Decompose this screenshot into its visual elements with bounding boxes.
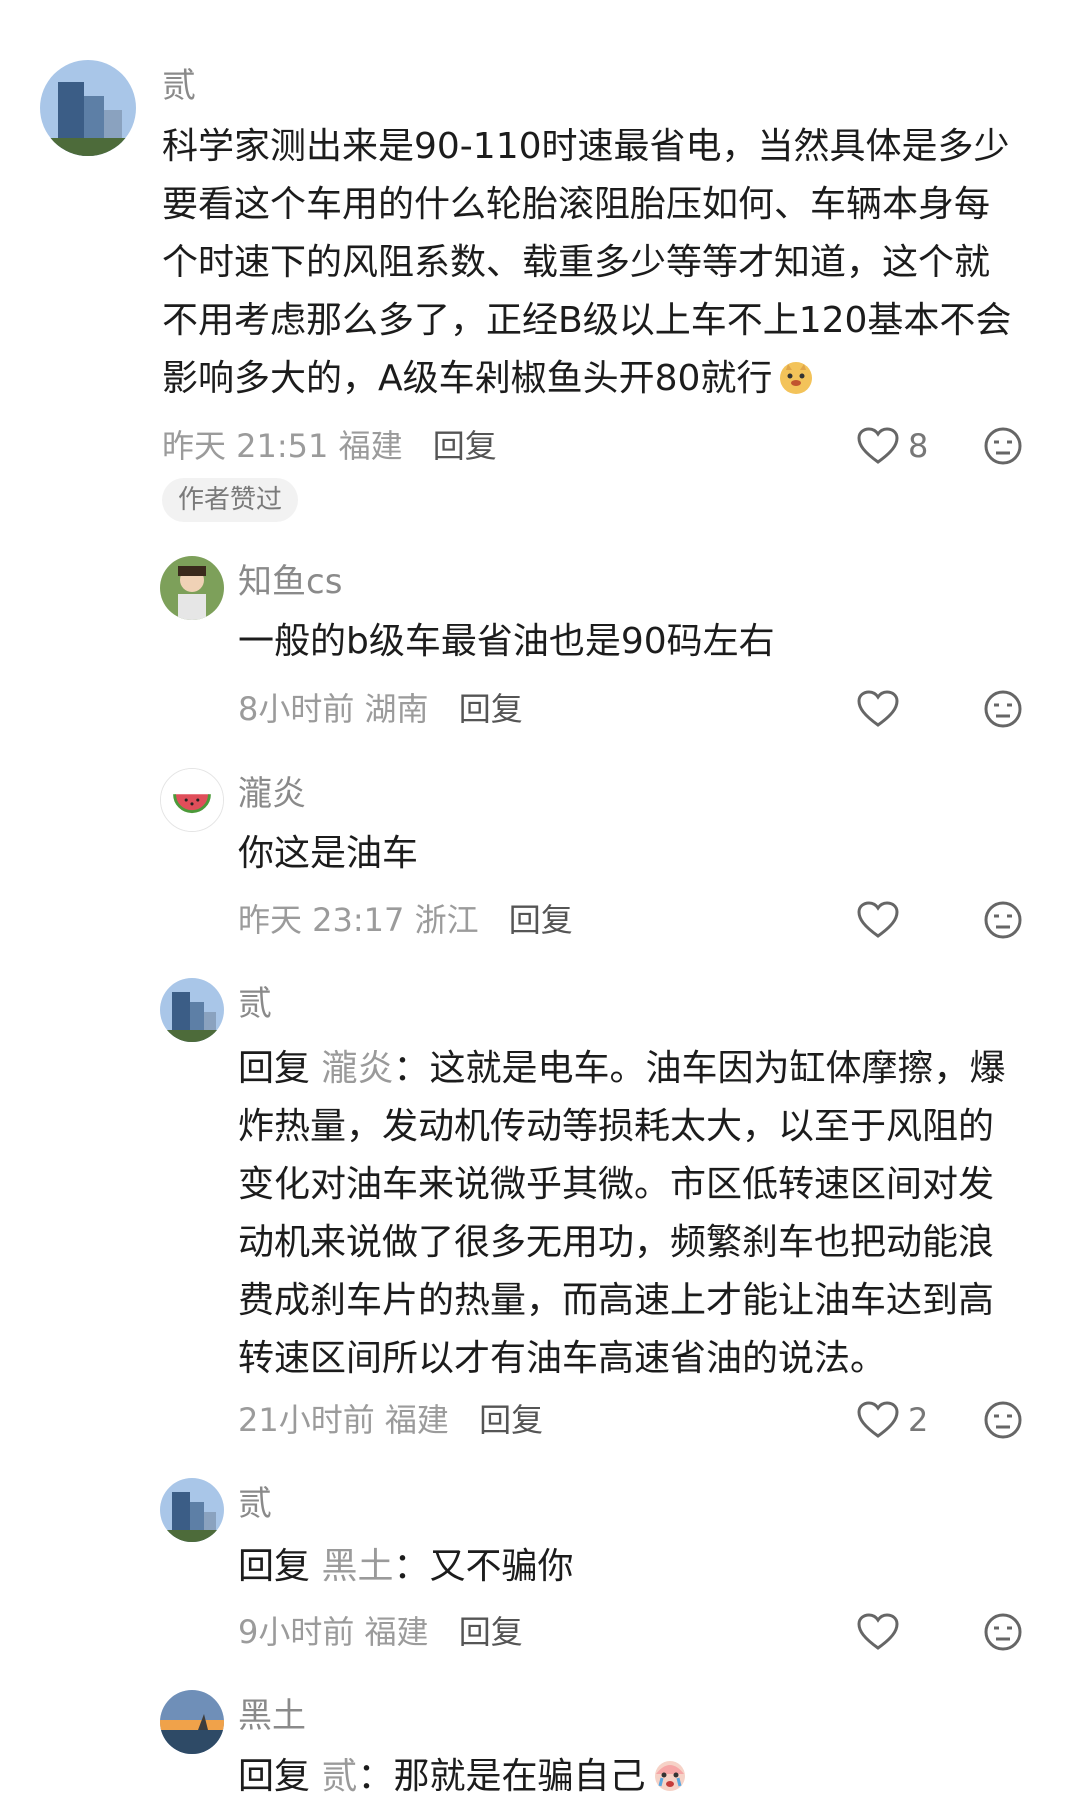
reply-to-user[interactable]: 瀧炎 xyxy=(321,1048,393,1089)
reply-author[interactable]: 瀧炎 xyxy=(238,774,306,814)
reply-line: 回复 贰：那就是在骗自己 xyxy=(238,1748,690,1806)
neutral-face-icon[interactable] xyxy=(983,1612,1023,1652)
reply-time: 9小时前 xyxy=(238,1613,355,1651)
reply-line: 回复 瀧炎：这就是电车。油车因为缸体摩擦，爆 xyxy=(238,1040,1006,1098)
reply-line: 费成刹车片的热量，而高速上才能让油车达到高 xyxy=(238,1280,995,1321)
dog-face-emoji xyxy=(776,356,816,396)
reply-line-text: ：这就是电车。油车因为缸体摩擦，爆 xyxy=(393,1048,1006,1089)
comment-line: 要看这个车用的什么轮胎滚阻胎压如何、车辆本身每 xyxy=(162,184,991,225)
comment-line: 不用考虑那么多了，正经B级以上车不上120基本不会 xyxy=(162,300,1012,341)
neutral-face-icon[interactable] xyxy=(983,426,1023,466)
reply-to-user[interactable]: 贰 xyxy=(321,1756,357,1797)
reply-author[interactable]: 黑土 xyxy=(238,1696,306,1736)
reply-time: 昨天 23:17 xyxy=(238,901,405,939)
reply-line: 动机来说做了很多无用功，频繁刹车也把动能浪 xyxy=(238,1222,995,1263)
avatar[interactable] xyxy=(40,60,136,156)
reply-location: 福建 xyxy=(384,1401,449,1439)
reply-button[interactable]: 回复 xyxy=(433,427,497,465)
reply-meta: 昨天 23:17 浙江 回复 xyxy=(238,900,573,940)
reply-line-text: ：又不骗你 xyxy=(393,1546,574,1587)
reply-location: 浙江 xyxy=(414,901,479,939)
heart-outline-icon[interactable] xyxy=(856,1400,900,1440)
comment-line-text: 影响多大的，A级车剁椒鱼头开80就行 xyxy=(162,358,773,399)
reply-location: 湖南 xyxy=(364,690,429,728)
comment-author[interactable]: 贰 xyxy=(162,66,196,106)
reply-prefix: 回复 xyxy=(238,1756,311,1797)
comment-time: 昨天 21:51 xyxy=(162,427,329,465)
heart-outline-icon[interactable] xyxy=(856,426,900,466)
reply-author[interactable]: 贰 xyxy=(238,1484,272,1524)
reply-line: 炸热量，发动机传动等损耗太大，以至于风阻的 xyxy=(238,1106,995,1147)
avatar[interactable] xyxy=(160,768,224,832)
comment-location: 福建 xyxy=(338,427,403,465)
reply-meta: 21小时前 福建 回复 xyxy=(238,1400,543,1440)
reply-button[interactable]: 回复 xyxy=(459,690,523,728)
reply-to-user[interactable]: 黑土 xyxy=(321,1546,393,1587)
reply-author[interactable]: 知鱼cs xyxy=(238,562,342,602)
reply-location: 福建 xyxy=(364,1613,429,1651)
reply-meta: 9小时前 福建 回复 xyxy=(238,1612,523,1652)
heart-outline-icon[interactable] xyxy=(856,900,900,940)
neutral-face-icon[interactable] xyxy=(983,689,1023,729)
reply-button[interactable]: 回复 xyxy=(479,1401,543,1439)
reply-line-text: ：那就是在骗自己 xyxy=(357,1756,646,1797)
heart-outline-icon[interactable] xyxy=(856,1612,900,1652)
reply-text: 你这是油车 xyxy=(238,833,419,874)
reply-line: 回复 黑土：又不骗你 xyxy=(238,1538,574,1596)
reply-line: 变化对油车来说微乎其微。市区低转速区间对发 xyxy=(238,1164,995,1205)
avatar[interactable] xyxy=(160,1478,224,1542)
reply-prefix: 回复 xyxy=(238,1546,311,1587)
reply-author[interactable]: 贰 xyxy=(238,984,272,1024)
comment-meta: 昨天 21:51 福建 回复 xyxy=(162,426,497,466)
neutral-face-icon[interactable] xyxy=(983,1400,1023,1440)
author-liked-badge: 作者赞过 xyxy=(162,478,299,522)
crying-face-emoji xyxy=(650,1754,690,1794)
neutral-face-icon[interactable] xyxy=(983,900,1023,940)
reply-line: 转速区间所以才有油车高速省油的说法。 xyxy=(238,1338,887,1379)
comment-line: 影响多大的，A级车剁椒鱼头开80就行 xyxy=(162,350,816,408)
like-count: 2 xyxy=(908,1401,929,1439)
comment-line: 科学家测出来是90-110时速最省电，当然具体是多少 xyxy=(162,126,1010,167)
reply-time: 8小时前 xyxy=(238,690,355,728)
reply-time: 21小时前 xyxy=(238,1401,375,1439)
reply-prefix: 回复 xyxy=(238,1048,311,1089)
heart-outline-icon[interactable] xyxy=(856,689,900,729)
reply-button[interactable]: 回复 xyxy=(509,901,573,939)
like-count: 8 xyxy=(908,427,929,465)
reply-text: 一般的b级车最省油也是90码左右 xyxy=(238,621,775,662)
reply-button[interactable]: 回复 xyxy=(459,1613,523,1651)
reply-meta: 8小时前 湖南 回复 xyxy=(238,689,523,729)
avatar[interactable] xyxy=(160,1690,224,1754)
avatar[interactable] xyxy=(160,978,224,1042)
comment-line: 个时速下的风阻系数、载重多少等等才知道，这个就 xyxy=(162,242,991,283)
avatar[interactable] xyxy=(160,556,224,620)
